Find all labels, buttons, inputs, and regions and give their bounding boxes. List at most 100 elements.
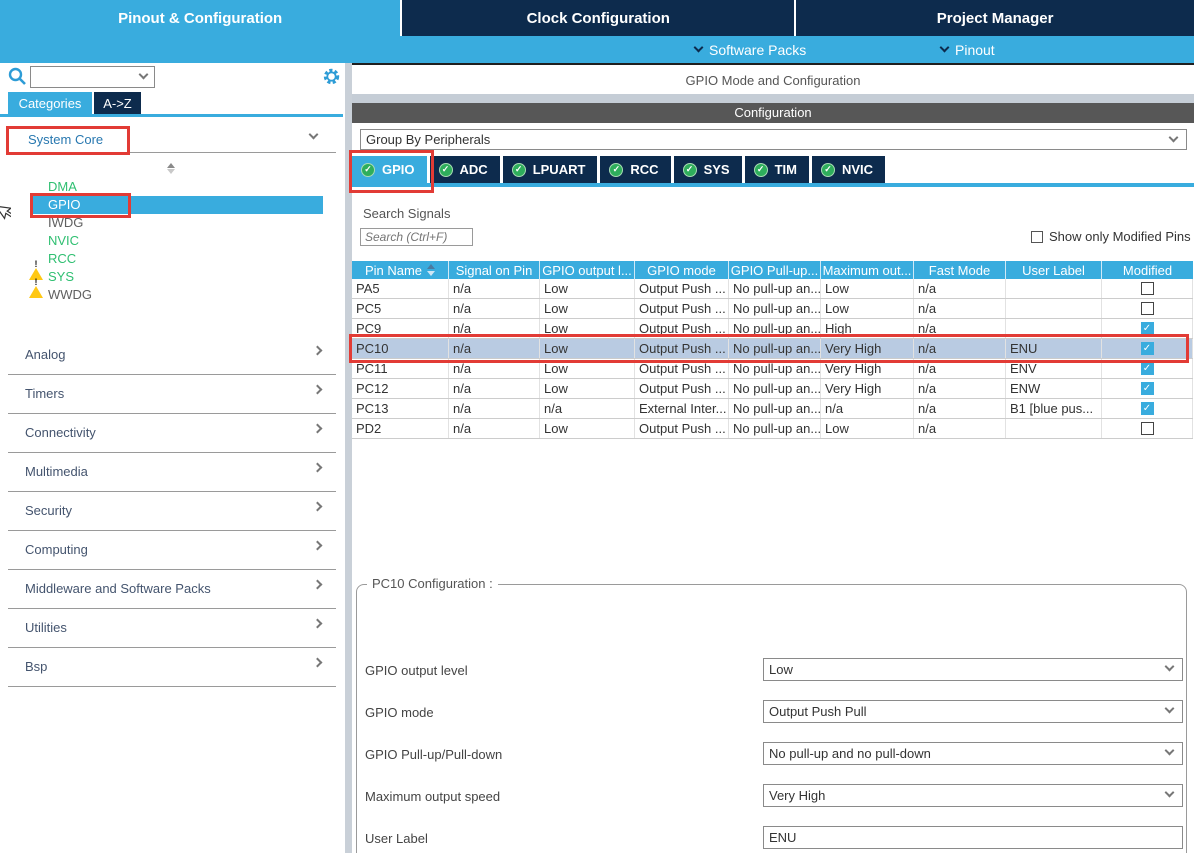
category-label: Analog [25,347,65,362]
column-max-output[interactable]: Maximum out... [821,261,914,279]
cell-pull: No pull-up an... [729,419,821,438]
check-circle-icon: ✓ [821,163,835,177]
category-label: Connectivity [25,425,96,440]
gpio-output-level-dropdown[interactable]: Low [763,658,1183,681]
panel-splitter[interactable] [343,63,352,853]
sidebar-category-security[interactable]: Security [0,492,343,531]
user-label-input[interactable] [763,826,1183,849]
gpio-pull-label: GPIO Pull-up/Pull-down [365,747,502,762]
configuration-header: Configuration [352,103,1194,123]
table-row-pc9[interactable]: PC9 n/a Low Output Push ... No pull-up a… [352,319,1193,339]
tab-label: GPIO [382,162,415,177]
sidebar-category-connectivity[interactable]: Connectivity [0,414,343,453]
sidebar-item-wwdg[interactable]: WWDG [0,286,343,304]
gpio-pull-dropdown[interactable]: No pull-up and no pull-down [763,742,1183,765]
search-signals-input[interactable] [360,228,473,246]
sidebar-item-rcc[interactable]: ! RCC [0,250,343,268]
modified-checkbox[interactable] [1141,342,1154,355]
sidebar-category-middleware[interactable]: Middleware and Software Packs [0,570,343,609]
tab-categories[interactable]: Categories [8,92,92,114]
sidebar-category-utilities[interactable]: Utilities [0,609,343,648]
peripheral-tab-tim[interactable]: ✓ TIM [745,156,809,183]
table-row-pc11[interactable]: PC11 n/a Low Output Push ... No pull-up … [352,359,1193,379]
software-packs-label: Software Packs [709,42,806,58]
tab-project-manager[interactable]: Project Manager [794,0,1194,36]
sidebar-category-analog[interactable]: Analog [0,336,343,375]
sidebar-item-nvic[interactable]: NVIC [0,232,343,250]
column-signal-on-pin[interactable]: Signal on Pin [449,261,540,279]
sort-toggle-icon[interactable] [166,162,176,175]
max-output-speed-dropdown[interactable]: Very High [763,784,1183,807]
section-title: System Core [28,132,103,147]
group-by-dropdown[interactable]: Group By Peripherals [360,129,1187,150]
modified-checkbox[interactable] [1141,422,1154,435]
group-by-value: Group By Peripherals [366,132,490,147]
cell-speed: Low [821,299,914,318]
cell-speed: High [821,319,914,338]
peripheral-tab-lpuart[interactable]: ✓ LPUART [503,156,598,183]
tab-a-to-z[interactable]: A->Z [94,92,141,114]
sidebar-item-gpio[interactable]: GPIO [0,196,343,214]
pinout-menu[interactable]: Pinout [941,36,995,63]
sidebar-item-iwdg[interactable]: IWDG [0,214,343,232]
dropdown-value: Output Push Pull [769,704,867,719]
modified-checkbox[interactable] [1141,322,1154,335]
modified-checkbox[interactable] [1141,282,1154,295]
cell-speed: Low [821,419,914,438]
column-user-label[interactable]: User Label [1006,261,1102,279]
table-row-pc10[interactable]: PC10 n/a Low Output Push ... No pull-up … [352,339,1193,359]
section-system-core[interactable]: System Core [0,126,343,153]
category-label: Utilities [25,620,67,635]
sidebar-category-computing[interactable]: Computing [0,531,343,570]
column-gpio-mode[interactable]: GPIO mode [635,261,729,279]
table-row-pc12[interactable]: PC12 n/a Low Output Push ... No pull-up … [352,379,1193,399]
gear-icon[interactable] [322,67,341,86]
peripheral-tab-rcc[interactable]: ✓ RCC [600,156,670,183]
dropdown-value: No pull-up and no pull-down [769,746,931,761]
sidebar-item-sys[interactable]: ! SYS [0,268,343,286]
sidebar-category-multimedia[interactable]: Multimedia [0,453,343,492]
cell-modified [1102,279,1193,298]
cell-level: Low [540,279,635,298]
chevron-down-icon [940,43,950,53]
sidebar-search-combobox[interactable] [30,66,155,88]
show-only-modified-checkbox[interactable] [1031,231,1043,243]
sidebar-category-timers[interactable]: Timers [0,375,343,414]
chevron-right-icon [313,619,323,629]
tab-pinout-configuration[interactable]: Pinout & Configuration [0,0,400,36]
column-pin-name[interactable]: Pin Name [352,261,449,279]
cell-pull: No pull-up an... [729,379,821,398]
peripheral-tab-sys[interactable]: ✓ SYS [674,156,742,183]
table-row-pa5[interactable]: PA5 n/a Low Output Push ... No pull-up a… [352,279,1193,299]
column-fast-mode[interactable]: Fast Mode [914,261,1006,279]
chevron-down-icon [309,130,319,140]
cell-pull: No pull-up an... [729,319,821,338]
sidebar-item-dma[interactable]: DMA [0,178,343,196]
modified-checkbox[interactable] [1141,302,1154,315]
software-packs-menu[interactable]: Software Packs [695,36,806,63]
tab-label: Clock Configuration [527,10,670,27]
peripheral-tab-gpio[interactable]: ✓ GPIO [352,156,427,183]
sidebar-category-bsp[interactable]: Bsp [0,648,343,687]
modified-checkbox[interactable] [1141,362,1154,375]
modified-checkbox[interactable] [1141,382,1154,395]
show-only-modified-filter: Show only Modified Pins [1031,229,1191,244]
peripheral-tab-nvic[interactable]: ✓ NVIC [812,156,885,183]
table-row-pc5[interactable]: PC5 n/a Low Output Push ... No pull-up a… [352,299,1193,319]
peripheral-tab-adc[interactable]: ✓ ADC [430,156,500,183]
cell-user-label [1006,279,1102,298]
cell-signal: n/a [449,339,540,358]
gpio-mode-dropdown[interactable]: Output Push Pull [763,700,1183,723]
max-output-speed-label: Maximum output speed [365,789,500,804]
column-gpio-output-level[interactable]: GPIO output l... [540,261,635,279]
column-gpio-pull[interactable]: GPIO Pull-up... [729,261,821,279]
cell-mode: Output Push ... [635,339,729,358]
table-row-pd2[interactable]: PD2 n/a Low Output Push ... No pull-up a… [352,419,1193,439]
table-row-pc13[interactable]: PC13 n/a n/a External Inter... No pull-u… [352,399,1193,419]
tab-clock-configuration[interactable]: Clock Configuration [400,0,794,36]
cell-pull: No pull-up an... [729,399,821,418]
modified-checkbox[interactable] [1141,402,1154,415]
sort-icon [427,263,435,277]
column-modified[interactable]: Modified [1102,261,1193,279]
active-tab-underline [352,183,1194,187]
